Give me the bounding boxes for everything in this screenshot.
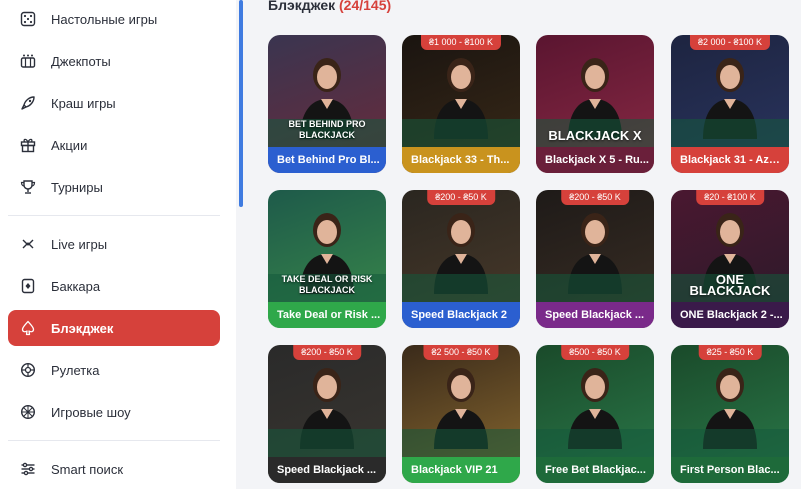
- game-name: Free Bet Blackjac...: [545, 464, 646, 476]
- game-name-bar: Blackjack VIP 21: [402, 457, 520, 483]
- game-name-bar: Free Bet Blackjac...: [536, 457, 654, 483]
- game-name-bar: Blackjack X 5 - Ru...: [536, 147, 654, 173]
- game-name-bar: ONE Blackjack 2 -...: [671, 302, 789, 328]
- game-name: Speed Blackjack ...: [277, 464, 377, 476]
- sidebar-item-label: Краш игры: [51, 95, 116, 111]
- sidebar-item-label: Турниры: [51, 179, 103, 195]
- bet-limit-badge: ₴20 - ₴100 K: [696, 190, 764, 205]
- game-card[interactable]: ₴200 - ₴50 K Speed Blackjack ...: [536, 190, 654, 328]
- game-name-bar: First Person Blac...: [671, 457, 789, 483]
- divider: [8, 215, 220, 216]
- game-card[interactable]: ₴500 - ₴50 K Free Bet Blackjac...: [536, 345, 654, 483]
- bet-limit-badge: ₴200 - ₴50 K: [561, 190, 629, 205]
- page-title: Блэкджек (24/145): [268, 0, 391, 13]
- table-felt: [268, 429, 386, 457]
- game-card[interactable]: ₴2 500 - ₴50 K Blackjack VIP 21: [402, 345, 520, 483]
- game-name: Blackjack VIP 21: [411, 464, 498, 476]
- trophy-icon: [20, 179, 36, 195]
- table-felt: [671, 429, 789, 457]
- table-felt: [671, 119, 789, 147]
- game-name: Blackjack 31 - Azu...: [680, 154, 784, 166]
- sidebar-item-blackjack[interactable]: Блэкджек: [8, 310, 220, 346]
- table-felt: [402, 119, 520, 147]
- gift-icon: [20, 137, 36, 153]
- game-card[interactable]: ₴200 - ₴50 K Speed Blackjack 2: [402, 190, 520, 328]
- game-logo: BET BEHIND PRO BLACKJACK: [288, 119, 366, 140]
- card-icon: [20, 278, 36, 294]
- sidebar-item-label: Джекпоты: [51, 53, 111, 69]
- bet-limit-badge: ₴200 - ₴50 K: [293, 345, 361, 360]
- sidebar-item-label: Smart поиск: [51, 461, 124, 477]
- table-felt: [402, 274, 520, 302]
- game-card[interactable]: ₴25 - ₴50 K First Person Blac...: [671, 345, 789, 483]
- sidebar-item-crash-games[interactable]: Краш игры: [8, 85, 220, 121]
- divider: [8, 440, 220, 441]
- bet-limit-badge: ₴25 - ₴50 K: [698, 345, 762, 360]
- game-card[interactable]: ONE BLACKJACK ₴20 - ₴100 K ONE Blackjack 2…: [671, 190, 789, 328]
- game-name-bar: Speed Blackjack ...: [536, 302, 654, 328]
- game-name-bar: Speed Blackjack ...: [268, 457, 386, 483]
- sidebar-item-promotions[interactable]: Акции: [8, 127, 220, 163]
- page-title-text: Блэкджек: [268, 0, 336, 13]
- game-name-bar: Blackjack 31 - Azu...: [671, 147, 789, 173]
- game-count: (24/145): [339, 0, 392, 13]
- game-logo: ONE BLACKJACK: [689, 272, 771, 298]
- game-card[interactable]: ₴2 000 - ₴100 K Blackjack 31 - Azu...: [671, 35, 789, 173]
- game-name: Take Deal or Risk ...: [277, 309, 381, 321]
- sidebar-item-label: Блэкджек: [51, 320, 114, 336]
- game-name: First Person Blac...: [680, 464, 780, 476]
- filter-icon: [20, 461, 36, 477]
- sidebar-item-live-games[interactable]: Live игры: [8, 226, 220, 262]
- sidebar-item-roulette[interactable]: Рулетка: [8, 352, 220, 388]
- live-icon: [20, 236, 36, 252]
- game-name: Speed Blackjack ...: [545, 309, 645, 321]
- game-name-bar: Speed Blackjack 2: [402, 302, 520, 328]
- sidebar-item-label: Акции: [51, 137, 88, 153]
- game-card[interactable]: TAKE DEAL OR RISK BLACKJACK Take Deal or …: [268, 190, 386, 328]
- sidebar-item-game-shows[interactable]: Игровые шоу: [8, 394, 220, 430]
- game-logo: TAKE DEAL OR RISK BLACKJACK: [281, 274, 373, 295]
- dice-icon: [20, 11, 36, 27]
- bet-limit-badge: ₴500 - ₴50 K: [561, 345, 629, 360]
- game-card[interactable]: BET BEHIND PRO BLACKJACK Bet Behind Pro B…: [268, 35, 386, 173]
- bet-limit-badge: ₴200 - ₴50 K: [427, 190, 495, 205]
- spade-icon: [20, 320, 36, 336]
- sidebar-item-baccarat[interactable]: Баккара: [8, 268, 220, 304]
- game-name: Bet Behind Pro Bl...: [277, 154, 380, 166]
- sidebar-item-table-games[interactable]: Настольные игры: [8, 1, 220, 37]
- rocket-icon: [20, 95, 36, 111]
- game-name: ONE Blackjack 2 -...: [680, 309, 783, 321]
- jackpot-icon: [20, 53, 36, 69]
- sidebar-item-label: Live игры: [51, 236, 108, 252]
- sidebar-item-label: Рулетка: [51, 362, 100, 378]
- table-felt: [536, 274, 654, 302]
- game-name-bar: Blackjack 33 - Th...: [402, 147, 520, 173]
- sidebar-scrollbar[interactable]: [239, 0, 243, 207]
- sidebar-item-tournaments[interactable]: Турниры: [8, 169, 220, 205]
- game-name: Speed Blackjack 2: [411, 309, 508, 321]
- game-name: Blackjack 33 - Th...: [411, 154, 510, 166]
- bet-limit-badge: ₴2 000 - ₴100 K: [689, 35, 771, 50]
- table-felt: [536, 429, 654, 457]
- sidebar-item-label: Игровые шоу: [51, 404, 131, 420]
- roulette-icon: [20, 362, 36, 378]
- game-logo: BLACKJACK X: [548, 128, 642, 143]
- game-card[interactable]: ₴1 000 - ₴100 K Blackjack 33 - Th...: [402, 35, 520, 173]
- game-card[interactable]: ₴200 - ₴50 K Speed Blackjack ...: [268, 345, 386, 483]
- sidebar-item-label: Настольные игры: [51, 11, 158, 27]
- sidebar-item-jackpots[interactable]: Джекпоты: [8, 43, 220, 79]
- sidebar: Настольные игры Джекпоты Краш игры Акции…: [0, 0, 236, 489]
- game-card[interactable]: BLACKJACK X Blackjack X 5 - Ru...: [536, 35, 654, 173]
- main-content: Блэкджек (24/145) BET BEHIND PRO BLACKJA…: [248, 0, 801, 489]
- game-name-bar: Take Deal or Risk ...: [268, 302, 386, 328]
- game-name: Blackjack X 5 - Ru...: [545, 154, 649, 166]
- bet-limit-badge: ₴2 500 - ₴50 K: [423, 345, 499, 360]
- wheel-icon: [20, 404, 36, 420]
- sidebar-item-label: Баккара: [51, 278, 101, 294]
- sidebar-item-smart-search[interactable]: Smart поиск: [8, 451, 220, 487]
- bet-limit-badge: ₴1 000 - ₴100 K: [420, 35, 502, 50]
- table-felt: [402, 429, 520, 457]
- game-name-bar: Bet Behind Pro Bl...: [268, 147, 386, 173]
